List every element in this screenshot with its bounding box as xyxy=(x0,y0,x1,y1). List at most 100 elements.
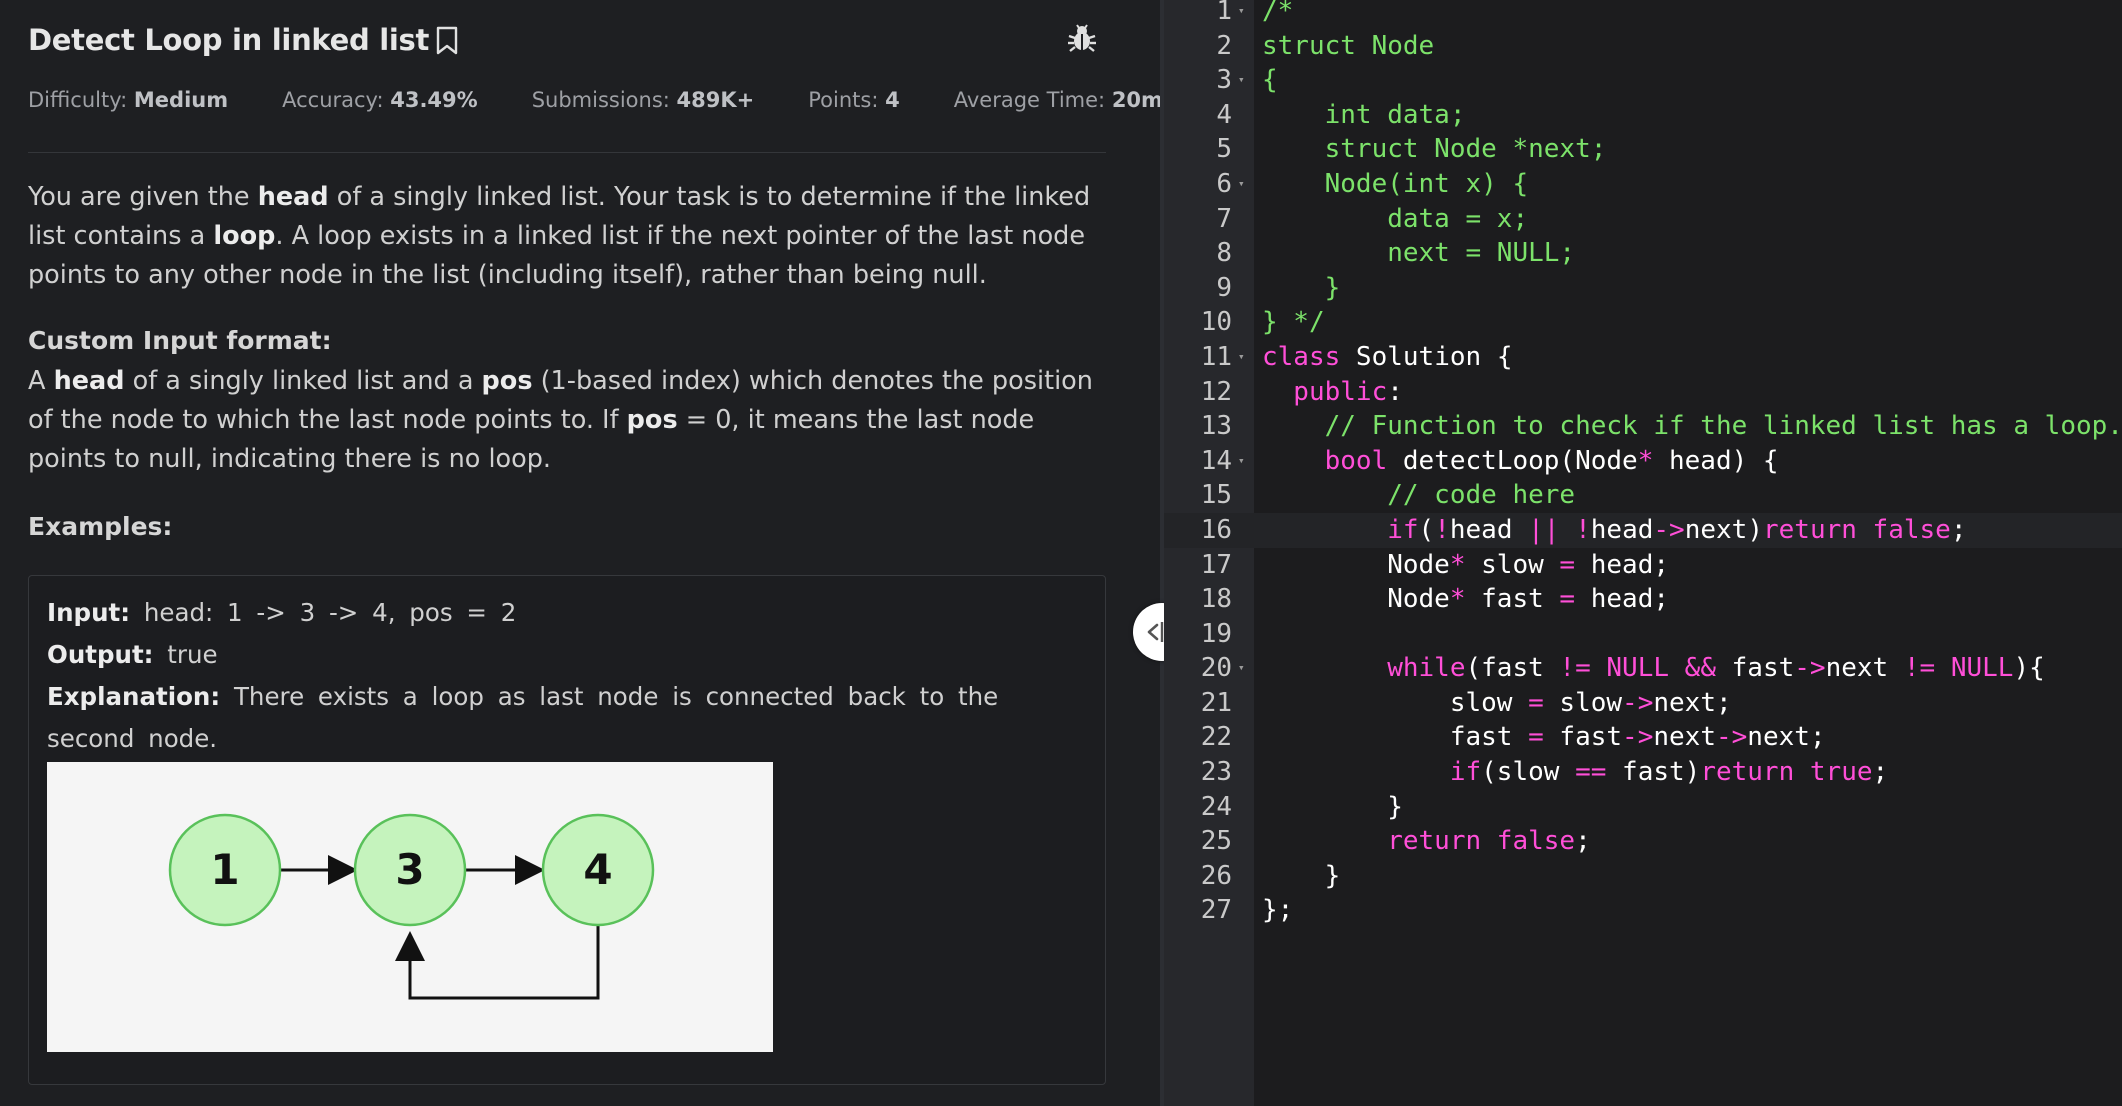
bug-icon[interactable] xyxy=(1066,22,1098,58)
problem-description: You are given the head of a singly linke… xyxy=(28,182,1091,290)
svg-text:4: 4 xyxy=(583,845,612,894)
fold-arrow-icon[interactable]: ▾ xyxy=(1238,167,1245,202)
example-explanation-cont: second node. xyxy=(47,724,218,753)
code-token: fast xyxy=(1465,584,1560,615)
code-text: bool detectLoop(Node* head) { xyxy=(1262,444,1779,479)
code-line[interactable]: 5 struct Node *next; xyxy=(1164,132,2122,167)
code-line[interactable]: 17 Node* slow = head; xyxy=(1164,548,2122,583)
code-token: fast) xyxy=(1606,757,1701,788)
code-line[interactable]: 22 fast = fast->next->next; xyxy=(1164,720,2122,755)
code-line[interactable]: 25 return false; xyxy=(1164,824,2122,859)
code-line[interactable]: 9 } xyxy=(1164,271,2122,306)
line-number: 20 xyxy=(1200,653,1232,684)
code-line[interactable]: 12 public: xyxy=(1164,375,2122,410)
problem-panel: Detect Loop in linked list Difficulty: M… xyxy=(0,0,1160,1106)
meta-points: Points: 4 xyxy=(808,88,900,112)
line-number: 12 xyxy=(1200,376,1232,407)
code-token: return false xyxy=(1762,514,1951,545)
code-line[interactable]: 7 data = x; xyxy=(1164,202,2122,237)
meta-average-time: Average Time: 20m xyxy=(953,88,1160,112)
fold-arrow-icon[interactable]: ▾ xyxy=(1238,340,1245,375)
code-token: Node xyxy=(1262,549,1450,580)
code-text: class Solution { xyxy=(1262,340,1512,375)
code-token: ; xyxy=(1575,826,1591,857)
code-line[interactable]: 6 ▾ Node(int x) { xyxy=(1164,167,2122,202)
line-number: 11 xyxy=(1200,341,1232,372)
code-token: next; xyxy=(1747,722,1826,753)
code-token: // Function to check if the linked list … xyxy=(1262,411,2122,442)
code-token: next xyxy=(1653,722,1716,753)
code-line[interactable]: 11 ▾ class Solution { xyxy=(1164,340,2122,375)
code-token: NULL xyxy=(1606,653,1670,684)
line-number: 7 xyxy=(1216,203,1232,234)
code-token: ; xyxy=(1872,757,1889,788)
code-line[interactable]: 24 } xyxy=(1164,790,2122,825)
code-token: head xyxy=(1449,514,1529,545)
code-token: slow xyxy=(1262,687,1529,718)
code-token: // code here xyxy=(1262,480,1576,511)
code-line[interactable]: 23 if(slow == fast)return true; xyxy=(1164,755,2122,790)
code-token: int data; xyxy=(1262,99,1466,130)
line-number: 1 xyxy=(1216,0,1232,26)
line-number: 13 xyxy=(1200,411,1232,442)
code-editor[interactable]: 1 ▾/* 2 struct Node 3 ▾{4 int data; 5 struct N… xyxy=(1164,0,2122,1106)
code-token: NULL xyxy=(1950,653,2014,684)
line-number: 18 xyxy=(1200,584,1232,615)
code-token: slow xyxy=(1465,549,1560,580)
code-token: || xyxy=(1528,514,1560,545)
code-token: next xyxy=(1825,653,1904,684)
code-token: fast xyxy=(1262,722,1529,753)
code-token: && xyxy=(1684,653,1716,684)
code-line[interactable]: 10} */ xyxy=(1164,305,2122,340)
code-token: head xyxy=(1590,514,1654,545)
code-token: } xyxy=(1262,860,1341,891)
code-line[interactable]: 4 int data; xyxy=(1164,98,2122,133)
code-line[interactable]: 3 ▾ { xyxy=(1164,63,2122,98)
app-root: Detect Loop in linked list Difficulty: M… xyxy=(0,0,2122,1106)
code-token: (slow xyxy=(1481,757,1576,788)
code-lines[interactable]: 1 ▾/* 2 struct Node 3 ▾{4 int data; 5 struct N… xyxy=(1164,0,2122,928)
example-input: Input: head: 1 -> 3 -> 4, pos = 2 xyxy=(47,598,517,627)
code-line[interactable]: 21 slow = slow->next; xyxy=(1164,686,2122,721)
code-line[interactable]: 15 // code here xyxy=(1164,478,2122,513)
code-line[interactable]: 27}; xyxy=(1164,893,2122,928)
bookmark-icon[interactable] xyxy=(435,26,459,60)
fold-arrow-icon[interactable]: ▾ xyxy=(1238,651,1245,686)
line-number: 24 xyxy=(1200,791,1232,822)
code-line[interactable]: 8 next = NULL; xyxy=(1164,236,2122,271)
code-line[interactable]: 2 struct Node xyxy=(1164,29,2122,64)
linked-list-diagram: 1 3 4 xyxy=(47,762,773,1052)
code-token: ! xyxy=(1575,514,1591,545)
code-token: -> xyxy=(1715,722,1748,753)
code-line[interactable]: 13 // Function to check if the linked li… xyxy=(1164,409,2122,444)
line-number: 5 xyxy=(1216,134,1232,165)
code-line[interactable]: 18 Node* fast = head; xyxy=(1164,582,2122,617)
code-token: next) xyxy=(1684,514,1763,545)
code-token: if xyxy=(1262,757,1482,788)
code-token: != xyxy=(1903,653,1936,684)
code-token: ; xyxy=(1950,514,1967,545)
fold-arrow-icon[interactable]: ▾ xyxy=(1238,0,1245,29)
code-token: data = x; xyxy=(1262,203,1529,234)
line-number: 26 xyxy=(1200,860,1232,891)
code-token: = xyxy=(1559,584,1576,615)
code-line[interactable]: 19 xyxy=(1164,617,2122,652)
meta-difficulty: Difficulty: Medium xyxy=(28,88,229,112)
code-text: // code here xyxy=(1262,478,1575,513)
header-divider xyxy=(28,152,1106,153)
code-text: { xyxy=(1262,63,1278,98)
line-number: 2 xyxy=(1216,30,1232,61)
problem-meta: Difficulty: Medium Accuracy: 43.49% Subm… xyxy=(28,88,1160,112)
code-line[interactable]: 14 ▾ bool detectLoop(Node* head) { xyxy=(1164,444,2122,479)
code-line[interactable]: 1 ▾ /* xyxy=(1164,0,2122,29)
code-token: -> xyxy=(1622,722,1654,753)
fold-arrow-icon[interactable]: ▾ xyxy=(1238,444,1245,479)
code-line[interactable]: 20 ▾ while(fast != NULL && fast->next != … xyxy=(1164,651,2122,686)
code-line[interactable]: 16 if(!head || !head->next)return false; xyxy=(1164,512,2122,548)
code-token: (fast xyxy=(1465,653,1560,684)
code-line[interactable]: 26 } xyxy=(1164,859,2122,894)
fold-arrow-icon[interactable]: ▾ xyxy=(1238,63,1245,98)
code-token: = xyxy=(1528,687,1544,718)
svg-text:1: 1 xyxy=(210,845,239,894)
